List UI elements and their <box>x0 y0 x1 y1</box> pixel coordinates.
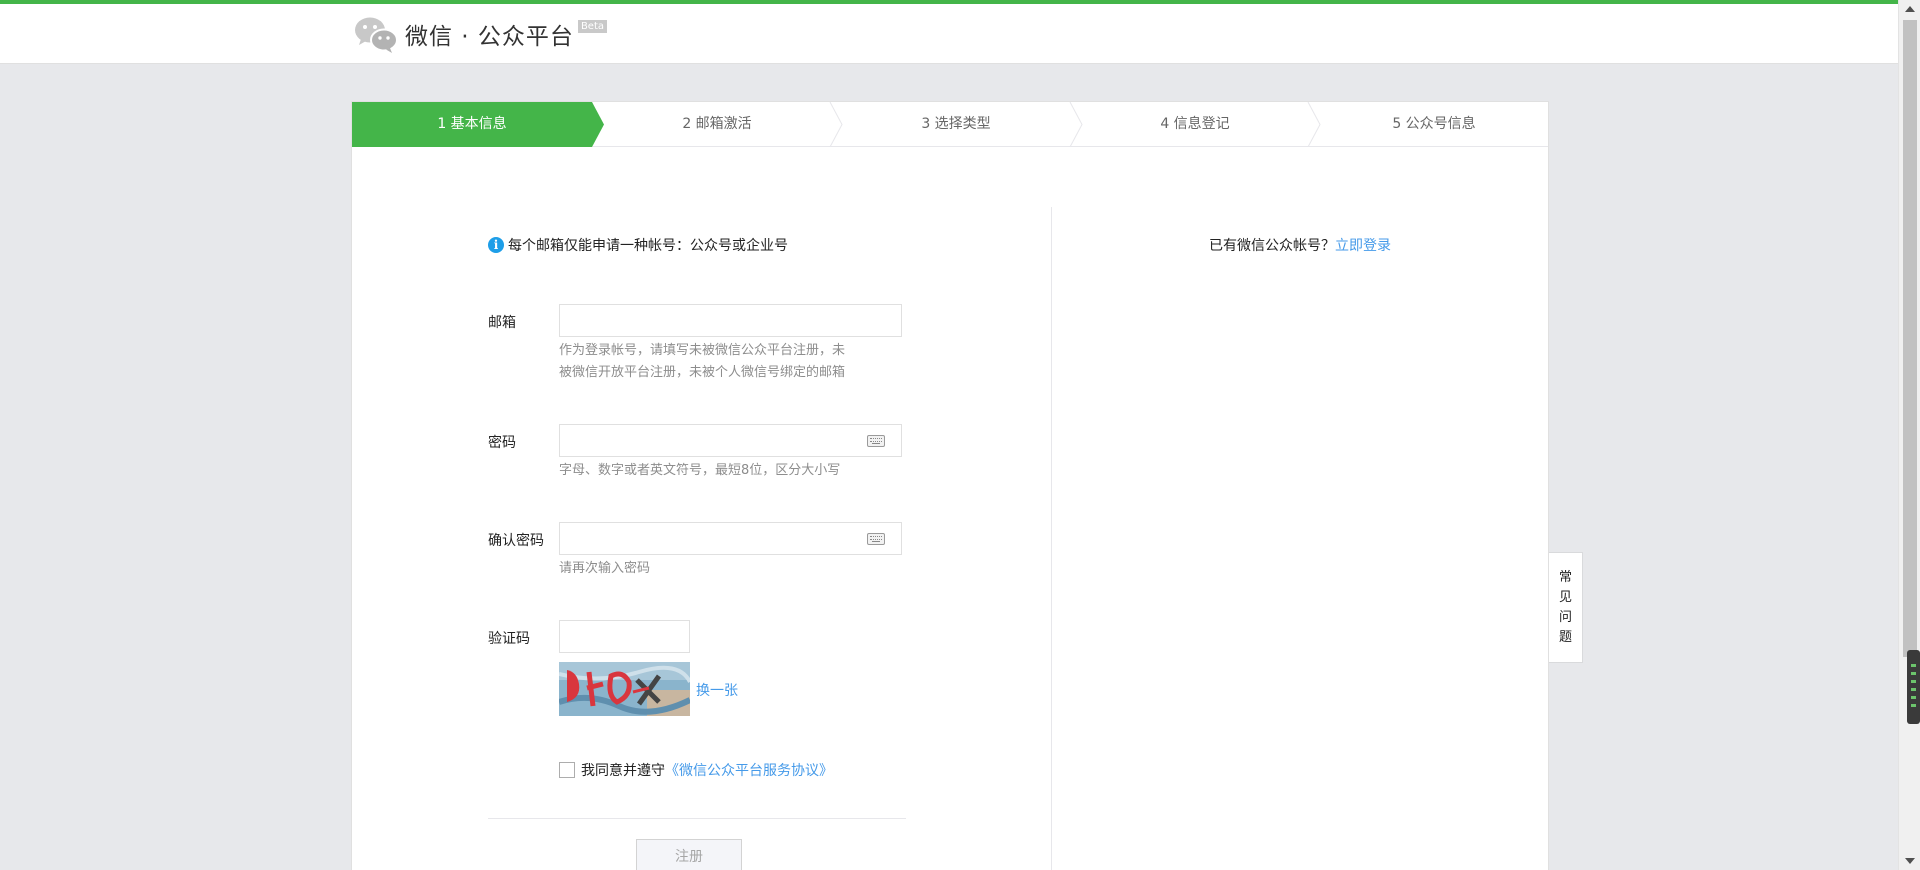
email-hint-line-2: 被微信开放平台注册，未被个人微信号绑定的邮箱 <box>559 365 846 380</box>
register-button[interactable]: 注册 <box>636 839 742 870</box>
password-label: 密码 <box>488 435 516 451</box>
scroll-up-arrow-icon[interactable] <box>1905 6 1915 12</box>
captcha-refresh-link[interactable]: 换一张 <box>696 680 738 700</box>
step-select-type: 3 选择类型 <box>921 116 991 132</box>
captcha-field[interactable] <box>559 620 690 653</box>
side-widget[interactable] <box>1907 650 1920 724</box>
scroll-thumb[interactable] <box>1903 20 1917 657</box>
header: 微信 · 公众平台 Beta <box>0 4 1898 64</box>
step-separator-3 <box>1069 102 1083 147</box>
step-info-registration: 4 信息登记 <box>1160 116 1230 132</box>
wechat-logo-icon <box>353 14 399 54</box>
vertical-scrollbar[interactable] <box>1898 0 1920 870</box>
progress-steps: 1 基本信息 2 邮箱激活 3 选择类型 4 信息登记 5 公众号信息 <box>352 102 1548 147</box>
faq-char: 问 <box>1558 609 1572 625</box>
logo[interactable]: 微信 · 公众平台 Beta <box>353 14 607 54</box>
step-separator-2 <box>829 102 843 147</box>
agreement-checkbox[interactable] <box>559 762 575 778</box>
step-separator-4 <box>1307 102 1321 147</box>
password-field[interactable] <box>559 424 902 457</box>
step-basic-info: 1 基本信息 <box>437 116 507 132</box>
step-account-info: 5 公众号信息 <box>1392 116 1476 132</box>
registration-panel: 1 基本信息 2 邮箱激活 3 选择类型 4 信息登记 5 公众号信息 i 每个… <box>351 101 1549 870</box>
login-prompt: 已有微信公众帐号？立即登录 <box>1209 235 1391 255</box>
faq-char: 题 <box>1558 629 1572 645</box>
agreement-row: 我同意并遵守 《微信公众平台服务协议》 <box>559 760 833 780</box>
login-link[interactable]: 立即登录 <box>1335 238 1391 254</box>
scroll-down-arrow-icon[interactable] <box>1905 858 1915 864</box>
confirm-password-field[interactable] <box>559 522 902 555</box>
keyboard-icon[interactable] <box>867 533 885 545</box>
email-hint: 作为登录帐号，请填写未被微信公众平台注册，未 被微信开放平台注册，未被个人微信号… <box>559 340 889 384</box>
login-prompt-text: 已有微信公众帐号？ <box>1209 238 1335 254</box>
email-hint-line-1: 作为登录帐号，请填写未被微信公众平台注册，未 <box>559 343 846 358</box>
confirm-password-hint: 请再次输入密码 <box>559 561 651 576</box>
agreement-text: 我同意并遵守 <box>581 763 665 779</box>
platform-title: 微信 · 公众平台 <box>405 24 574 50</box>
column-divider <box>1051 207 1052 870</box>
faq-button[interactable]: 常 见 问 题 <box>1549 552 1583 663</box>
step-email-activation: 2 邮箱激活 <box>682 116 752 132</box>
beta-badge: Beta <box>577 19 607 33</box>
form-divider <box>488 818 906 819</box>
confirm-password-label: 确认密码 <box>488 533 544 549</box>
notice-text: 每个邮箱仅能申请一种帐号：公众号或企业号 <box>508 238 788 254</box>
email-field[interactable] <box>559 304 902 337</box>
email-label: 邮箱 <box>488 315 516 331</box>
captcha-image[interactable] <box>559 662 690 716</box>
email-notice: i 每个邮箱仅能申请一种帐号：公众号或企业号 <box>488 235 788 255</box>
service-agreement-link[interactable]: 《微信公众平台服务协议》 <box>665 760 833 780</box>
info-icon: i <box>488 237 504 253</box>
captcha-label: 验证码 <box>488 631 530 647</box>
password-hint: 字母、数字或者英文符号，最短8位，区分大小写 <box>559 463 841 478</box>
keyboard-icon[interactable] <box>867 435 885 447</box>
faq-char: 常 <box>1558 569 1572 585</box>
faq-char: 见 <box>1558 589 1572 605</box>
